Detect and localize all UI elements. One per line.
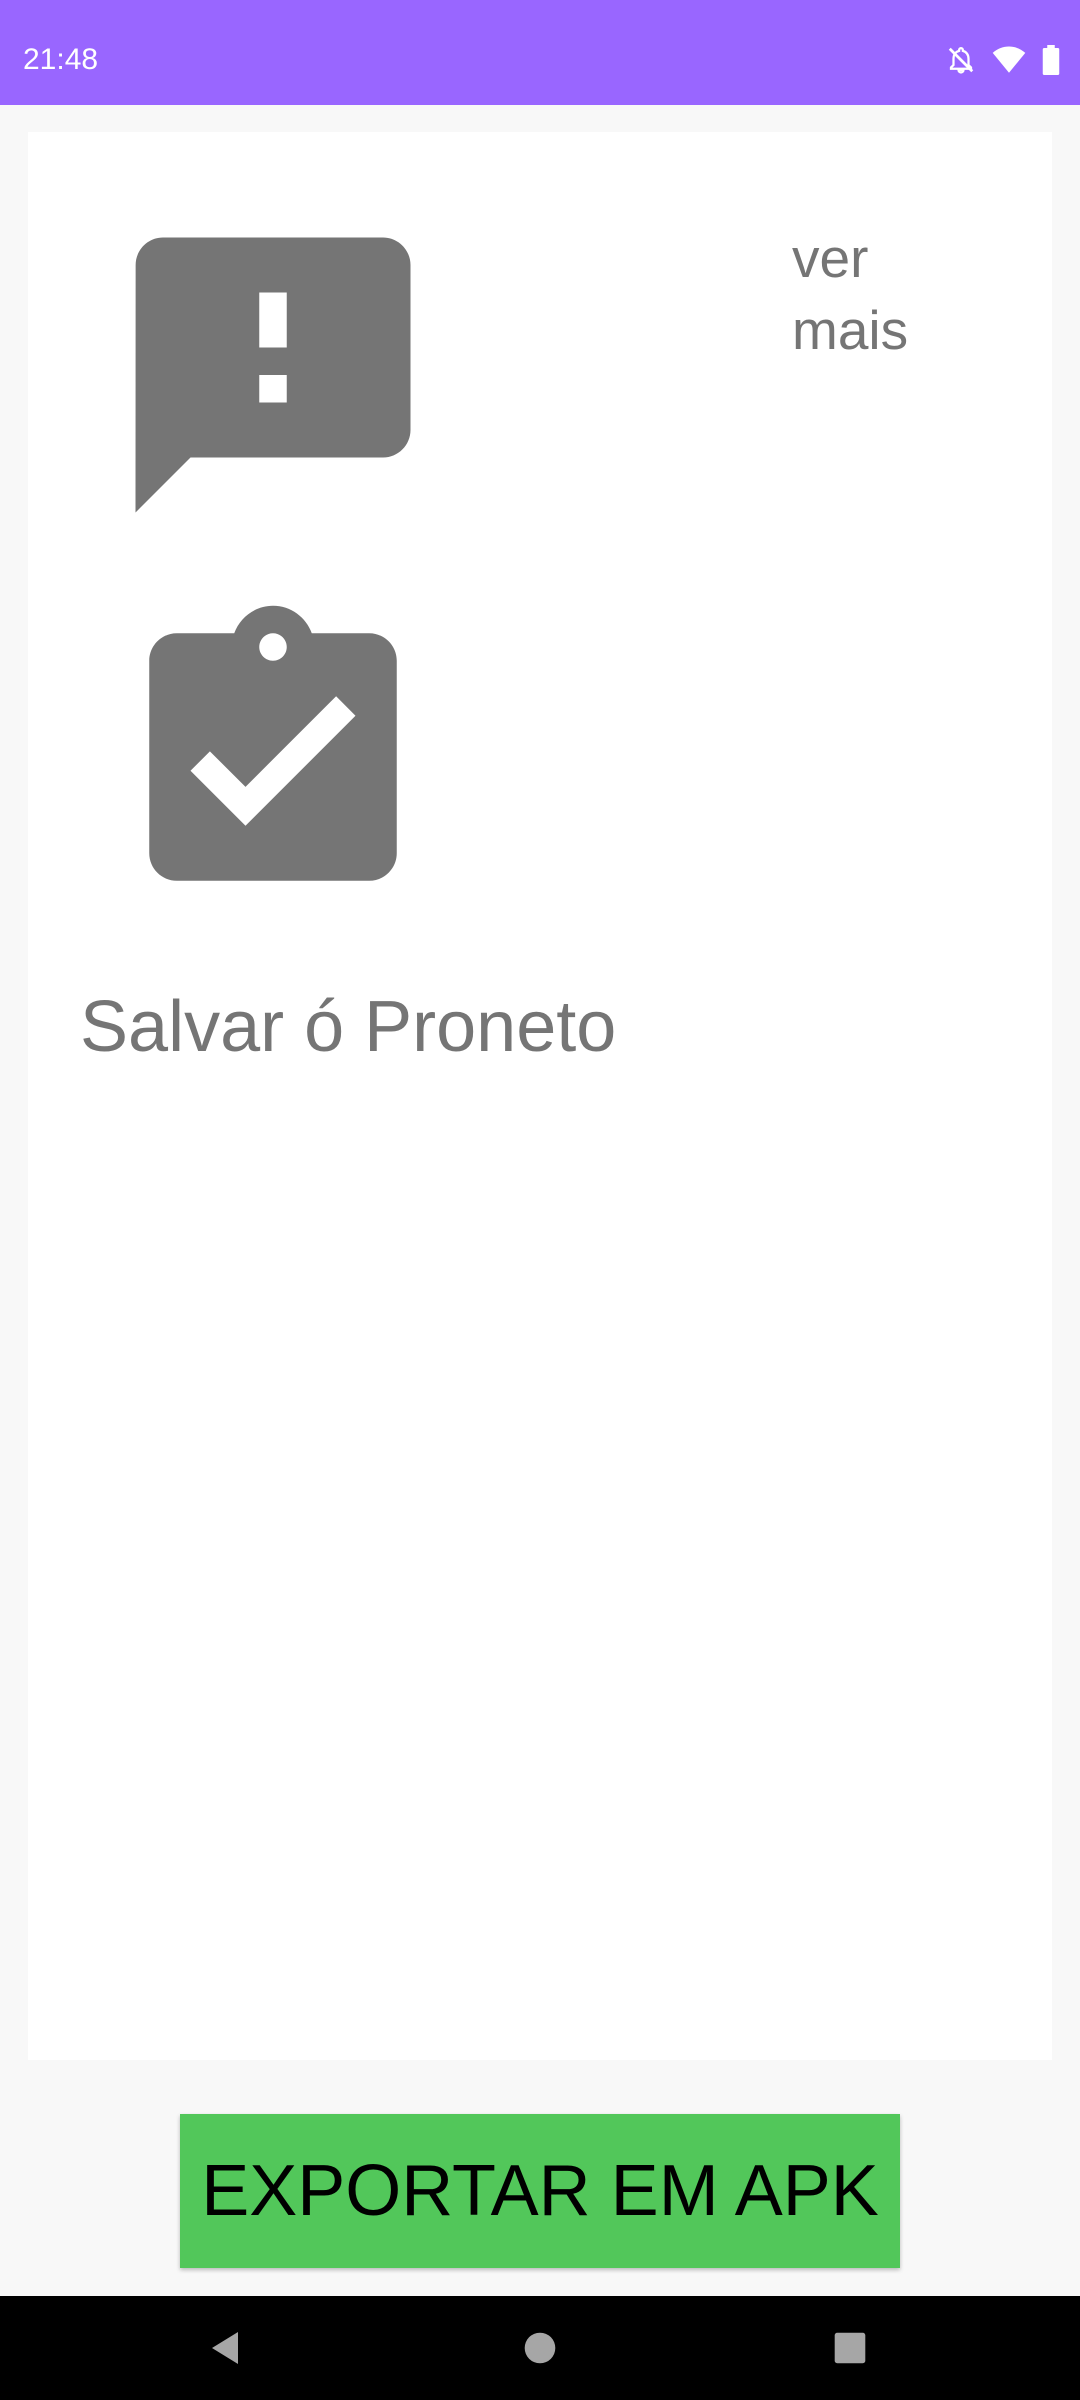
see-more-line-2: mais	[792, 299, 909, 361]
assignment-turned-in-icon	[108, 592, 438, 922]
status-bar: 21:48	[0, 0, 1080, 105]
battery-icon	[1042, 45, 1060, 75]
feedback-icon	[108, 210, 438, 540]
home-icon[interactable]	[514, 2322, 566, 2374]
see-more-line-1: ver	[792, 227, 869, 289]
see-more-link[interactable]: ver mais	[792, 222, 908, 366]
status-time: 21:48	[23, 43, 99, 76]
status-icons	[946, 42, 1060, 78]
notifications-off-icon	[946, 45, 976, 75]
wifi-icon	[992, 45, 1026, 75]
navigation-bar	[0, 2296, 1080, 2400]
save-project-label: Salvar ó Proneto	[80, 987, 617, 1067]
content-card: ver mais Salvar ó Proneto	[28, 132, 1052, 2060]
recents-icon[interactable]	[824, 2322, 876, 2374]
back-icon[interactable]	[200, 2322, 252, 2374]
export-apk-button[interactable]: EXPORTAR EM APK	[180, 2114, 900, 2268]
